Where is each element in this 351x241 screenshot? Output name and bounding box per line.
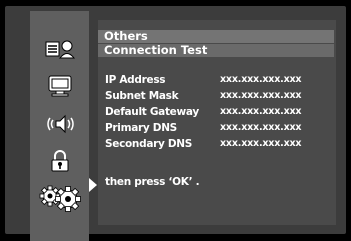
info-label: Secondary DNS bbox=[105, 138, 193, 150]
info-value: xxx.xxx.xxx.xxx bbox=[220, 122, 302, 133]
info-value: xxx.xxx.xxx.xxx bbox=[220, 138, 302, 149]
info-label: Default Gateway bbox=[105, 106, 199, 118]
info-label: Primary DNS bbox=[105, 122, 177, 134]
picture-speaker-icon[interactable] bbox=[30, 34, 89, 64]
info-row-default-gateway: Default Gateway xxx.xxx.xxx.xxx bbox=[105, 104, 335, 120]
panel-title: Others bbox=[98, 30, 334, 43]
info-row-subnet-mask: Subnet Mask xxx.xxx.xxx.xxx bbox=[105, 88, 335, 104]
info-value: xxx.xxx.xxx.xxx bbox=[220, 90, 302, 101]
lock-icon[interactable] bbox=[30, 146, 89, 176]
settings-sidebar bbox=[30, 11, 89, 241]
info-row-ip-address: IP Address xxx.xxx.xxx.xxx bbox=[105, 72, 335, 88]
info-row-primary-dns: Primary DNS xxx.xxx.xxx.xxx bbox=[105, 120, 335, 136]
press-ok-instruction: then press ‘OK’ . bbox=[105, 176, 200, 188]
info-value: xxx.xxx.xxx.xxx bbox=[220, 74, 302, 85]
panel-subtitle: Connection Test bbox=[98, 44, 334, 57]
info-value: xxx.xxx.xxx.xxx bbox=[220, 106, 302, 117]
connection-test-panel: Others Connection Test IP Address xxx.xx… bbox=[98, 20, 336, 225]
audio-icon[interactable] bbox=[30, 109, 89, 139]
selection-arrow-icon bbox=[89, 178, 97, 192]
display-icon[interactable] bbox=[30, 71, 89, 101]
info-row-secondary-dns: Secondary DNS xxx.xxx.xxx.xxx bbox=[105, 136, 335, 152]
info-label: Subnet Mask bbox=[105, 90, 179, 102]
gears-icon[interactable] bbox=[30, 181, 89, 215]
info-label: IP Address bbox=[105, 74, 166, 86]
